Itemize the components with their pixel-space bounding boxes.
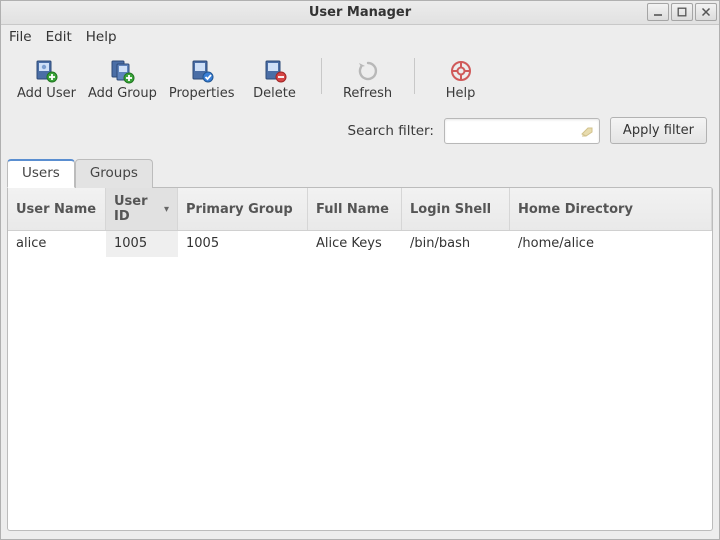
col-login-shell[interactable]: Login Shell [402,188,510,230]
refresh-label: Refresh [343,86,392,101]
cell-login-shell: /bin/bash [402,231,510,257]
search-row: Search filter: Apply filter [1,113,719,158]
refresh-icon [355,58,381,84]
table-body: alice 1005 1005 Alice Keys /bin/bash /ho… [8,231,712,530]
col-user-name-label: User Name [16,202,96,217]
properties-label: Properties [169,86,235,101]
window-title: User Manager [1,5,719,20]
col-full-name[interactable]: Full Name [308,188,402,230]
minimize-icon [653,7,663,17]
add-user-icon [33,58,59,84]
add-group-button[interactable]: Add Group [82,56,163,103]
search-label: Search filter: [348,123,434,139]
add-user-label: Add User [17,86,76,101]
help-icon [448,58,474,84]
cell-user-id: 1005 [106,231,178,257]
menu-file[interactable]: File [9,29,32,45]
delete-icon [262,58,288,84]
titlebar: User Manager [1,1,719,25]
tab-users[interactable]: Users [7,159,75,188]
help-button[interactable]: Help [427,56,495,103]
menu-edit[interactable]: Edit [46,29,72,45]
close-button[interactable] [695,3,717,21]
add-group-icon [109,58,135,84]
close-icon [701,7,711,17]
col-full-name-label: Full Name [316,202,389,217]
window-controls [645,3,717,21]
col-user-id[interactable]: User ID ▾ [106,188,178,230]
delete-button[interactable]: Delete [241,56,309,103]
add-group-label: Add Group [88,86,157,101]
properties-icon [189,58,215,84]
table-header: User Name User ID ▾ Primary Group Full Na… [8,188,712,231]
col-home-dir-label: Home Directory [518,202,633,217]
delete-label: Delete [253,86,296,101]
maximize-icon [677,7,687,17]
menu-help[interactable]: Help [86,29,117,45]
apply-filter-label: Apply filter [623,123,694,138]
maximize-button[interactable] [671,3,693,21]
col-home-dir[interactable]: Home Directory [510,188,712,230]
toolbar-separator [321,58,322,94]
sort-desc-icon: ▾ [164,204,169,215]
minimize-button[interactable] [647,3,669,21]
refresh-button[interactable]: Refresh [334,56,402,103]
col-primary-group[interactable]: Primary Group [178,188,308,230]
col-primary-group-label: Primary Group [186,202,293,217]
cell-full-name: Alice Keys [308,231,402,257]
toolbar-separator-2 [414,58,415,94]
cell-user-name: alice [8,231,106,257]
clear-search-icon[interactable] [580,124,594,138]
search-input[interactable] [444,118,600,144]
tab-groups[interactable]: Groups [75,159,153,188]
menubar: File Edit Help [1,25,719,50]
tabstrip: Users Groups [1,159,719,188]
users-panel: User Name User ID ▾ Primary Group Full Na… [7,187,713,531]
toolbar: Add User Add Group Properties [1,50,719,113]
properties-button[interactable]: Properties [163,56,241,103]
apply-filter-button[interactable]: Apply filter [610,117,707,144]
col-user-id-label: User ID [114,194,160,224]
col-user-name[interactable]: User Name [8,188,106,230]
tab-groups-label: Groups [90,165,138,181]
col-login-shell-label: Login Shell [410,202,491,217]
add-user-button[interactable]: Add User [11,56,82,103]
tab-users-label: Users [22,165,60,181]
cell-home-dir: /home/alice [510,231,712,257]
table-row[interactable]: alice 1005 1005 Alice Keys /bin/bash /ho… [8,231,712,257]
app-window: User Manager File Edit Help [0,0,720,540]
cell-primary-group: 1005 [178,231,308,257]
help-label: Help [446,86,476,101]
